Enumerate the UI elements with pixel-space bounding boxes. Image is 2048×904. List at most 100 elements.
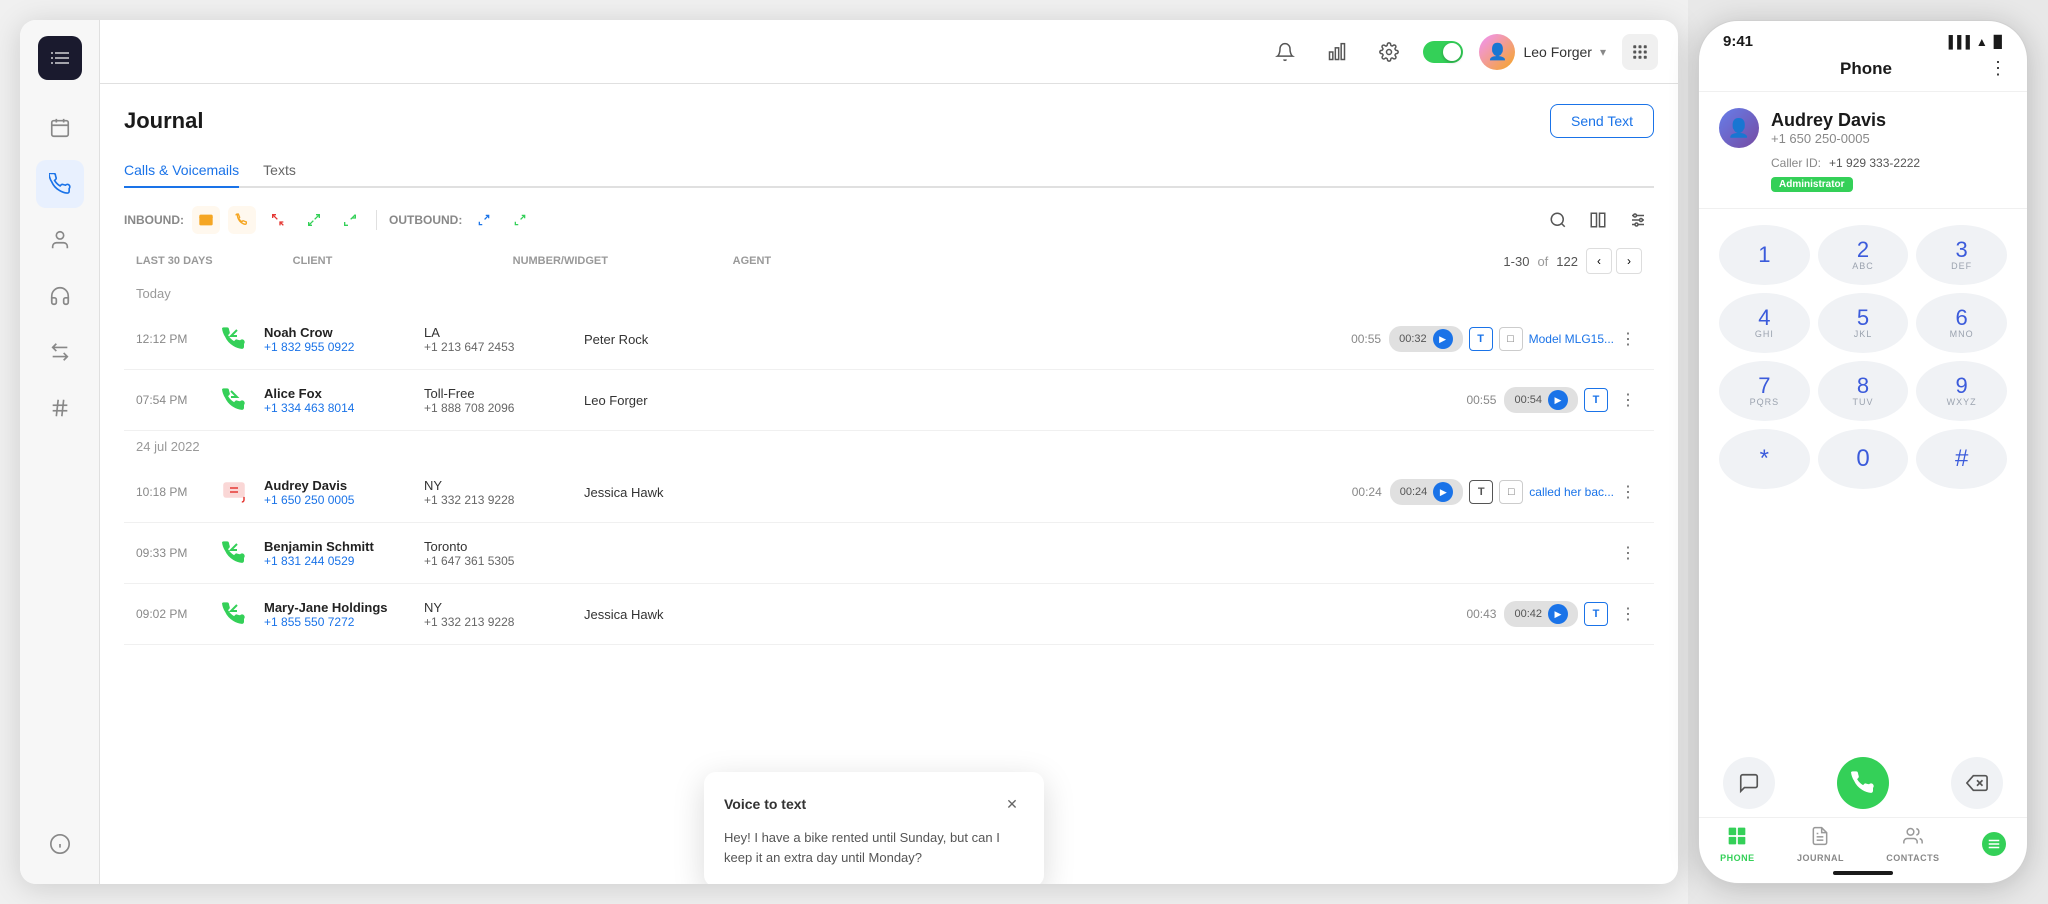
notification-icon[interactable]: [1267, 34, 1303, 70]
call-agent: Leo Forger: [584, 393, 1466, 408]
filter-inbound-green2[interactable]: [336, 206, 364, 234]
filter-inbound-received[interactable]: [300, 206, 328, 234]
call-type-icon: [216, 535, 252, 571]
note-button[interactable]: □: [1499, 327, 1523, 351]
filter-settings-icon[interactable]: [1622, 204, 1654, 236]
dial-key-7[interactable]: 7PQRS: [1719, 361, 1810, 421]
dial-key-0[interactable]: 0: [1818, 429, 1909, 489]
play-button[interactable]: ▶: [1433, 482, 1453, 502]
status-toggle[interactable]: [1423, 41, 1463, 63]
chart-icon[interactable]: [1319, 34, 1355, 70]
voice-popup-header: Voice to text ✕: [724, 792, 1024, 816]
table-row[interactable]: 12:12 PM Noah Crow +1 832 955 0922: [124, 309, 1654, 370]
backspace-button[interactable]: [1951, 757, 2003, 809]
dial-key-9[interactable]: 9WXYZ: [1916, 361, 2007, 421]
sidebar-item-transfer[interactable]: [36, 328, 84, 376]
call-client: Audrey Davis +1 650 250 0005: [264, 478, 424, 507]
filter-outbound-1[interactable]: [470, 206, 498, 234]
search-icon[interactable]: [1542, 204, 1574, 236]
dial-key-5[interactable]: 5JKL: [1818, 293, 1909, 353]
phone-nav-phone[interactable]: PHONE: [1720, 826, 1755, 863]
sidebar-item-hashtag[interactable]: [36, 384, 84, 432]
table-row[interactable]: 10:18 PM Audrey Davis +1 650 250 0005: [124, 462, 1654, 523]
main-content: 👤 Leo Forger ▾ Journal Send Text: [100, 20, 1678, 884]
user-info[interactable]: 👤 Leo Forger ▾: [1479, 34, 1606, 70]
sidebar: [20, 20, 100, 884]
transcript-button[interactable]: T: [1584, 388, 1608, 412]
voice-popup-close[interactable]: ✕: [1000, 792, 1024, 816]
section-today: Today: [124, 278, 1654, 309]
number-label: NY: [424, 600, 584, 615]
note-button[interactable]: □: [1499, 480, 1523, 504]
tab-calls-voicemails[interactable]: Calls & Voicemails: [124, 154, 239, 188]
filter-inbound-voicemail1[interactable]: [192, 206, 220, 234]
journal-title: Journal: [124, 108, 203, 134]
transcript-button[interactable]: T: [1584, 602, 1608, 626]
phone-header: Phone ⋮: [1699, 58, 2027, 92]
battery-icon: ▉: [1994, 35, 2003, 49]
sidebar-item-phone[interactable]: [36, 160, 84, 208]
columns-icon[interactable]: [1582, 204, 1614, 236]
transcript-button[interactable]: T: [1469, 327, 1493, 351]
message-button[interactable]: [1723, 757, 1775, 809]
phone-more-icon[interactable]: ⋮: [1989, 58, 2007, 79]
admin-badge: Administrator: [1771, 177, 1853, 192]
play-button[interactable]: ▶: [1433, 329, 1453, 349]
filter-inbound-missed[interactable]: [264, 206, 292, 234]
pagination-next[interactable]: ›: [1616, 248, 1642, 274]
number-label: NY: [424, 478, 584, 493]
dial-key-3[interactable]: 3DEF: [1916, 225, 2007, 285]
table-row[interactable]: 07:54 PM Alice Fox +1 334 463 8014: [124, 370, 1654, 431]
more-button[interactable]: ⋮: [1614, 325, 1642, 353]
tab-texts[interactable]: Texts: [263, 154, 296, 188]
dial-key-2[interactable]: 2ABC: [1818, 225, 1909, 285]
more-button[interactable]: ⋮: [1614, 600, 1642, 628]
call-time: 12:12 PM: [136, 332, 216, 346]
sidebar-item-contacts[interactable]: [36, 216, 84, 264]
phone-bottom: [1699, 749, 2027, 817]
call-button[interactable]: [1837, 757, 1889, 809]
dial-key-hash[interactable]: #: [1916, 429, 2007, 489]
more-button[interactable]: ⋮: [1614, 386, 1642, 414]
table-scroll: Today 12:12 PM Noah Crow +1 832 95: [124, 278, 1654, 884]
col-last30[interactable]: LAST 30 DAYS: [136, 255, 213, 267]
pagination-total: 122: [1556, 254, 1578, 269]
settings-icon[interactable]: [1371, 34, 1407, 70]
dial-key-6[interactable]: 6MNO: [1916, 293, 2007, 353]
phone-nav-journal[interactable]: JOURNAL: [1797, 826, 1844, 863]
phone-nav-journal-icon: [1810, 826, 1830, 851]
call-agent: Peter Rock: [584, 332, 1351, 347]
home-indicator: [1833, 871, 1893, 875]
transcript-button[interactable]: T: [1469, 480, 1493, 504]
call-type-icon: [216, 596, 252, 632]
phone-nav-menu[interactable]: [1982, 832, 2006, 858]
filter-outbound-2[interactable]: [506, 206, 534, 234]
table-row[interactable]: 09:33 PM Benjamin Schmitt +1 831 244 052…: [124, 523, 1654, 584]
play-button[interactable]: ▶: [1548, 604, 1568, 624]
call-number: Toronto +1 647 361 5305: [424, 539, 584, 568]
table-header-row: LAST 30 DAYS CLIENT NUMBER/WIDGET AGENT …: [124, 248, 1654, 274]
user-name: Leo Forger: [1523, 44, 1591, 60]
phone-title: Phone: [1840, 59, 1892, 79]
dial-key-star[interactable]: *: [1719, 429, 1810, 489]
col-number[interactable]: NUMBER/WIDGET: [513, 255, 653, 267]
more-button[interactable]: ⋮: [1614, 478, 1642, 506]
sidebar-item-support[interactable]: [36, 820, 84, 868]
filter-inbound-voicemail2[interactable]: [228, 206, 256, 234]
dial-key-4[interactable]: 4GHI: [1719, 293, 1810, 353]
dial-key-8[interactable]: 8TUV: [1818, 361, 1909, 421]
dialpad-icon[interactable]: [1622, 34, 1658, 70]
pagination: 1-30 of 122 ‹ ›: [1503, 248, 1654, 274]
table-row[interactable]: 09:02 PM Mary-Jane Holdings +1 855 550 7…: [124, 584, 1654, 645]
phone-nav-contacts[interactable]: CONTACTS: [1886, 826, 1939, 863]
more-button[interactable]: ⋮: [1614, 539, 1642, 567]
send-text-button[interactable]: Send Text: [1550, 104, 1654, 138]
filters-bar: INBOUND:: [124, 204, 1654, 236]
sidebar-item-headset[interactable]: [36, 272, 84, 320]
play-button[interactable]: ▶: [1548, 390, 1568, 410]
contact-card: 👤 Audrey Davis +1 650 250-0005 Caller ID…: [1699, 92, 2027, 209]
pagination-prev[interactable]: ‹: [1586, 248, 1612, 274]
sidebar-item-calendar[interactable]: [36, 104, 84, 152]
call-number: NY +1 332 213 9228: [424, 600, 584, 629]
dial-key-1[interactable]: 1: [1719, 225, 1810, 285]
